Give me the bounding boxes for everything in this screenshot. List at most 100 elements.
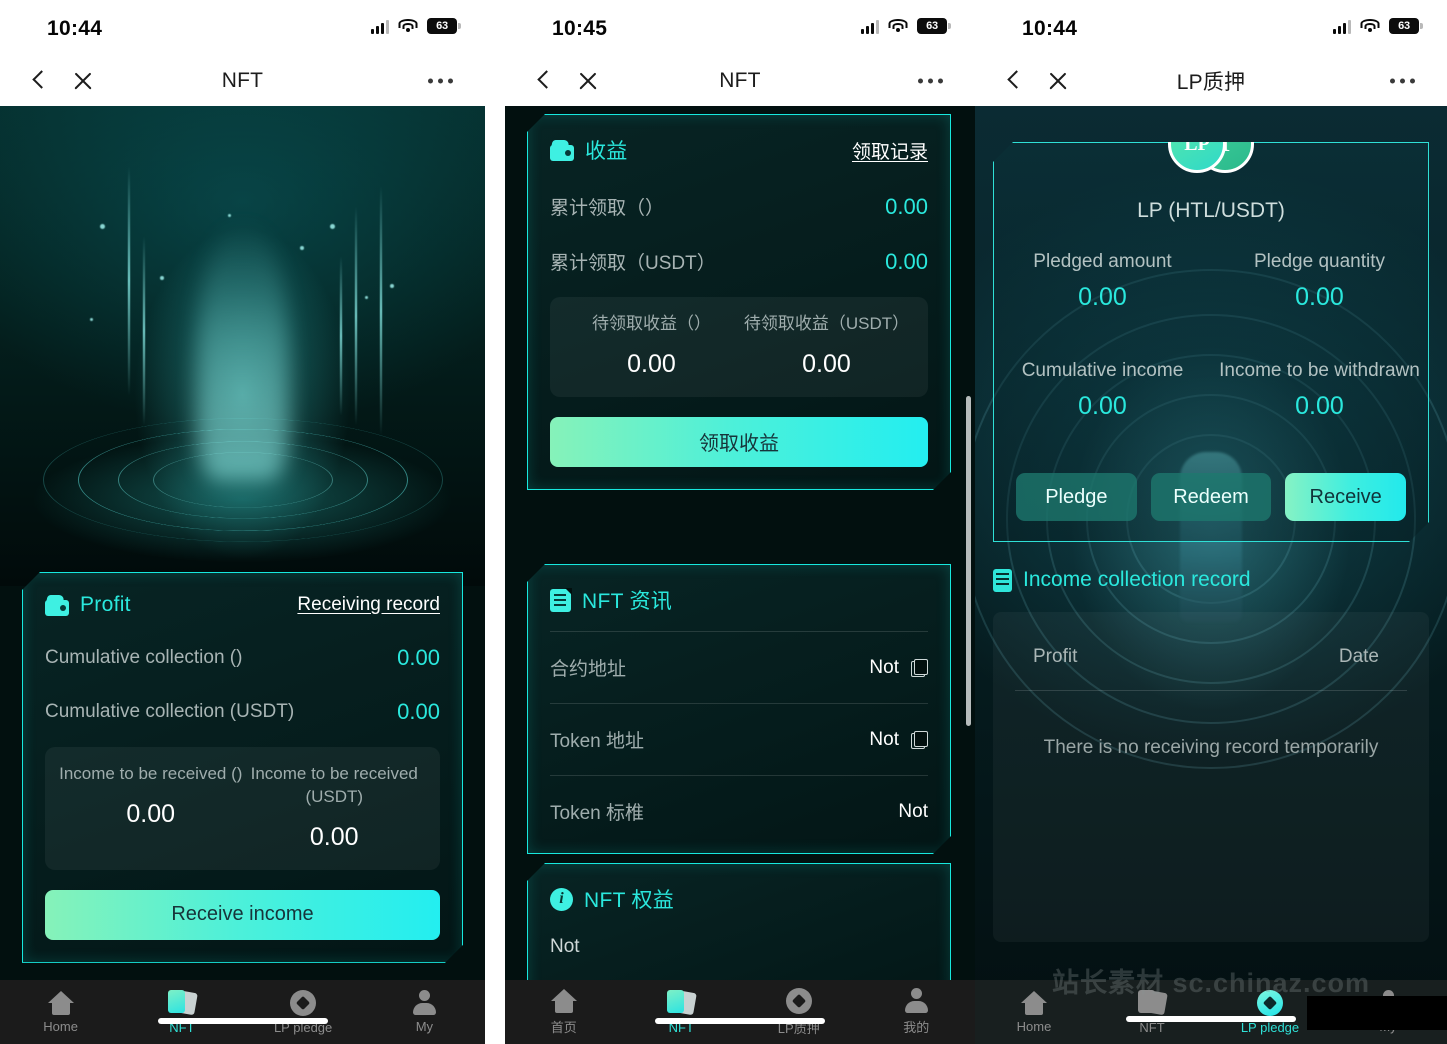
home-indicator [655,1018,825,1024]
home-icon [550,988,577,1013]
kv-value: 0.00 [885,193,928,219]
nft-info-card-header: NFT 资讯 [550,585,928,615]
info-value: Not [869,656,899,678]
pledge-button[interactable]: Pledge [1016,473,1137,521]
person-icon [412,990,437,1015]
status-indicators: 63 [861,18,951,34]
table-header-row: Profit Date [993,612,1429,668]
page-title: NFT [221,69,264,92]
kv-label: 累计领取（USDT） [550,253,716,274]
lp-diamond-icon [785,987,812,1014]
lp-stat-value: 0.00 [1078,392,1127,420]
battery-level: 63 [917,18,947,34]
wallet-icon [550,140,574,161]
more-dots-icon[interactable] [428,78,453,84]
info-label: 合约地址 [550,659,627,680]
nft-rights-body: Not [550,936,580,957]
tab-home[interactable]: Home [0,990,121,1034]
cellular-signal-icon [1333,19,1351,34]
info-icon: i [550,888,573,911]
pending-label: 待领取收益（） [592,314,711,333]
more-dots-icon[interactable] [918,78,943,84]
tab-home[interactable]: 首页 [505,988,623,1036]
info-value: Not [898,800,928,822]
pending-col: 待领取收益（） 0.00 [564,313,739,379]
home-icon [1021,990,1047,1015]
status-time: 10:45 [552,17,608,40]
battery-icon: 63 [1389,18,1423,34]
screenshot-triptych: 10:44 63 NFT Profit Receiving record Cum… [0,0,1447,1044]
tab-lp-pledge[interactable]: LP pledge [243,989,364,1035]
lp-diamond-icon [290,989,317,1016]
claim-record-link[interactable]: 领取记录 [852,137,928,164]
empty-state-text: There is no receiving record temporarily [1043,737,1379,758]
nft-cards-icon [667,989,698,1016]
tab-nft[interactable]: NFT [623,989,741,1035]
nft-info-card-title: NFT 资讯 [582,590,673,613]
phone-screen-lp-pledge: 10:44 63 LP质押 LP LP (HTL/USDT) Pledged a… [975,0,1447,1044]
app-body: Profit Receiving record Cumulative colle… [0,106,485,1044]
scrollbar-thumb[interactable] [966,396,971,726]
lp-stat-value: 0.00 [1295,392,1344,420]
tab-label: My [415,1019,434,1034]
black-overlay-patch [1307,996,1447,1030]
pending-col: 待领取收益（USDT） 0.00 [739,313,914,379]
profit-card: Profit Receiving record Cumulative colle… [22,572,463,963]
nav-bar: NFT [505,56,975,106]
pending-value: 0.00 [627,349,676,378]
lp-stat-cumulative-income: Cumulative income 0.00 [994,360,1211,421]
more-dots-icon[interactable] [1390,78,1415,84]
income-card-header: 收益 领取记录 [550,135,928,165]
status-indicators: 63 [371,18,461,34]
home-indicator [1126,1016,1296,1022]
wifi-icon [1360,18,1380,34]
tab-my[interactable]: My [364,990,485,1034]
lp-stat-label: Pledged amount [1033,251,1172,272]
pending-label: Income to be received () [59,764,243,783]
status-time: 10:44 [47,17,103,40]
lp-pair-label: LP (HTL/USDT) [1137,199,1285,222]
pending-value: 0.00 [802,349,851,378]
receiving-record-link[interactable]: Receiving record [297,594,440,616]
lp-stat-label: Cumulative income [1021,360,1184,381]
pending-income-box: Income to be received () 0.00 Income to … [45,747,440,870]
home-icon [47,990,74,1015]
column-header-profit: Profit [1033,646,1078,667]
site-watermark: 站长素材 sc.chinaz.com [1051,968,1371,998]
receive-button[interactable]: Receive [1285,473,1406,521]
lp-stat-pledged-amount: Pledged amount 0.00 [994,251,1211,312]
info-label: Token 地址 [550,731,644,752]
receive-income-button[interactable]: Receive income [45,890,440,940]
status-bar: 10:44 63 [975,0,1447,56]
nav-bar: LP质押 [975,56,1447,106]
list-icon [993,568,1012,592]
lp-stat-label: Pledge quantity [1254,251,1385,272]
claim-income-button[interactable]: 领取收益 [550,417,928,467]
battery-icon: 63 [917,18,951,34]
lp-stat-pledge-quantity: Pledge quantity 0.00 [1211,251,1428,312]
cellular-signal-icon [861,19,879,34]
nft-rights-card-header: i NFT 权益 [550,884,928,914]
income-record-title: Income collection record [1023,568,1251,591]
copy-icon[interactable] [911,731,928,749]
income-card: 收益 领取记录 累计领取（） 0.00 累计领取（USDT） 0.00 待领取收… [527,114,951,490]
wifi-icon [398,18,418,34]
kv-value: 0.00 [397,699,440,724]
lp-stat-value: 0.00 [1078,283,1127,311]
app-body: T LP LP (HTL/USDT) Pledged amount 0.00 P… [975,106,1447,1044]
panel-divider [485,0,505,1044]
tab-lp-pledge[interactable]: LP质押 [740,987,858,1037]
copy-icon[interactable] [911,659,928,677]
info-label: Token 标椎 [550,803,644,824]
pending-income-box: 待领取收益（） 0.00 待领取收益（USDT） 0.00 [550,297,928,397]
info-row-token-standard: Token 标椎 Not [550,776,928,847]
battery-icon: 63 [427,18,461,34]
wifi-icon [888,18,908,34]
redeem-button[interactable]: Redeem [1151,473,1272,521]
person-icon [904,988,929,1013]
kv-row-cumulative: Cumulative collection () 0.00 [45,645,440,671]
tab-my[interactable]: 我的 [858,988,976,1036]
info-row-token-address: Token 地址 Not [550,704,928,776]
pending-col: Income to be received () 0.00 [59,763,243,852]
tab-nft[interactable]: NFT [121,989,242,1035]
